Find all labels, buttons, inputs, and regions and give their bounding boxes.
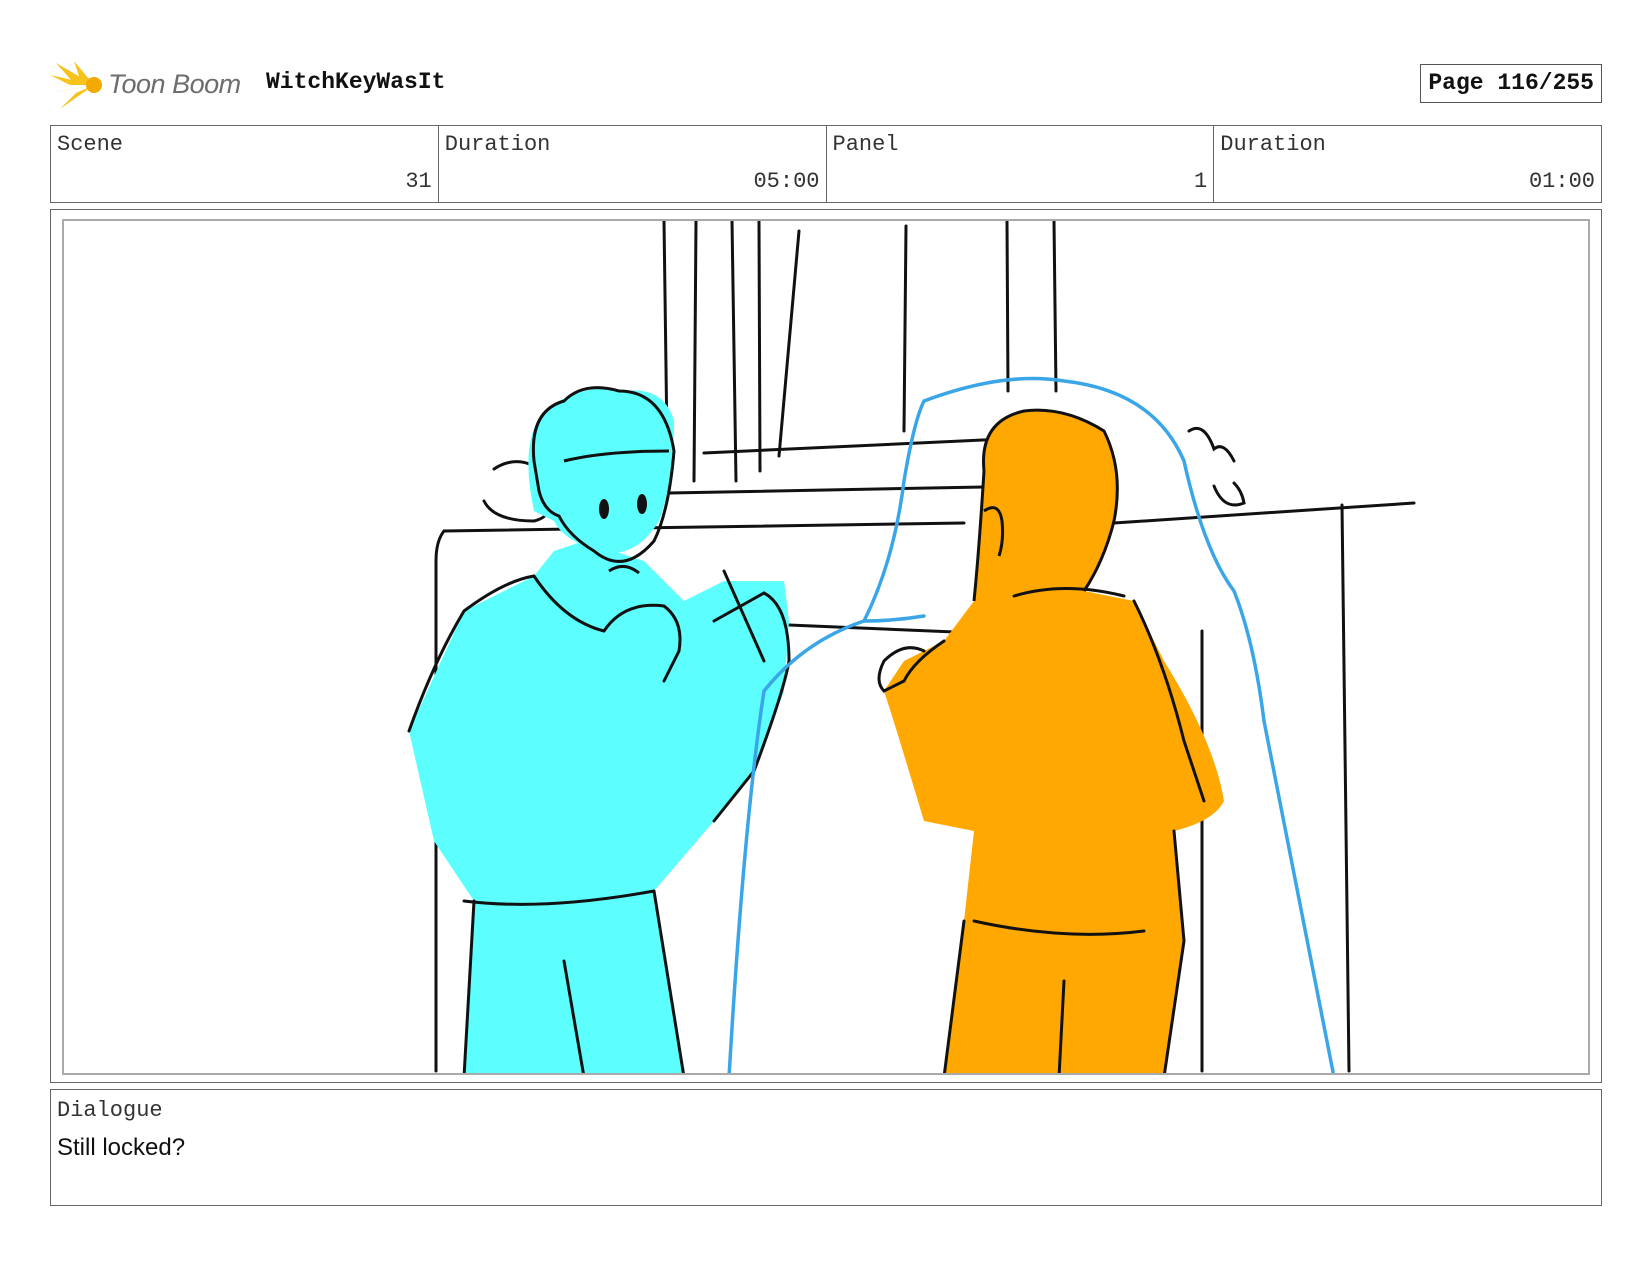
starburst-icon [50,61,102,109]
panel-duration-value: 01:00 [1528,169,1595,194]
dialogue-label: Dialogue [57,1098,163,1123]
character-right [877,408,1224,1073]
scene-value: 31 [405,169,432,194]
dialogue-text: Still locked? [57,1134,186,1161]
toon-boom-logo: Toon Boom [50,59,250,111]
scene-cell: Scene 31 [51,126,439,202]
storyboard-panel [50,209,1602,1083]
panel-cell: Panel 1 [827,126,1215,202]
panel-info-table: Scene 31 Duration 05:00 Panel 1 Duration… [50,125,1602,203]
panel-drawing-area [62,219,1590,1075]
storyboard-sketch [407,221,1416,1073]
panel-label: Panel [832,132,899,157]
panel-duration-label: Duration [1220,132,1326,157]
scene-duration-label: Duration [444,132,551,157]
dialogue-box: Dialogue Still locked? [50,1089,1602,1206]
project-title: WitchKeyWasIt [266,69,446,95]
scene-duration-value: 05:00 [753,169,820,194]
scene-label: Scene [57,132,124,157]
scene-duration-cell: Duration 05:00 [439,126,827,202]
panel-duration-cell: Duration 01:00 [1214,126,1601,202]
logo-text: Toon Boom [108,69,241,99]
panel-value: 1 [1194,169,1208,194]
page-header: Toon Boom WitchKeyWasIt Page 116/255 [50,55,1602,115]
page-indicator: Page 116/255 [1420,64,1602,103]
